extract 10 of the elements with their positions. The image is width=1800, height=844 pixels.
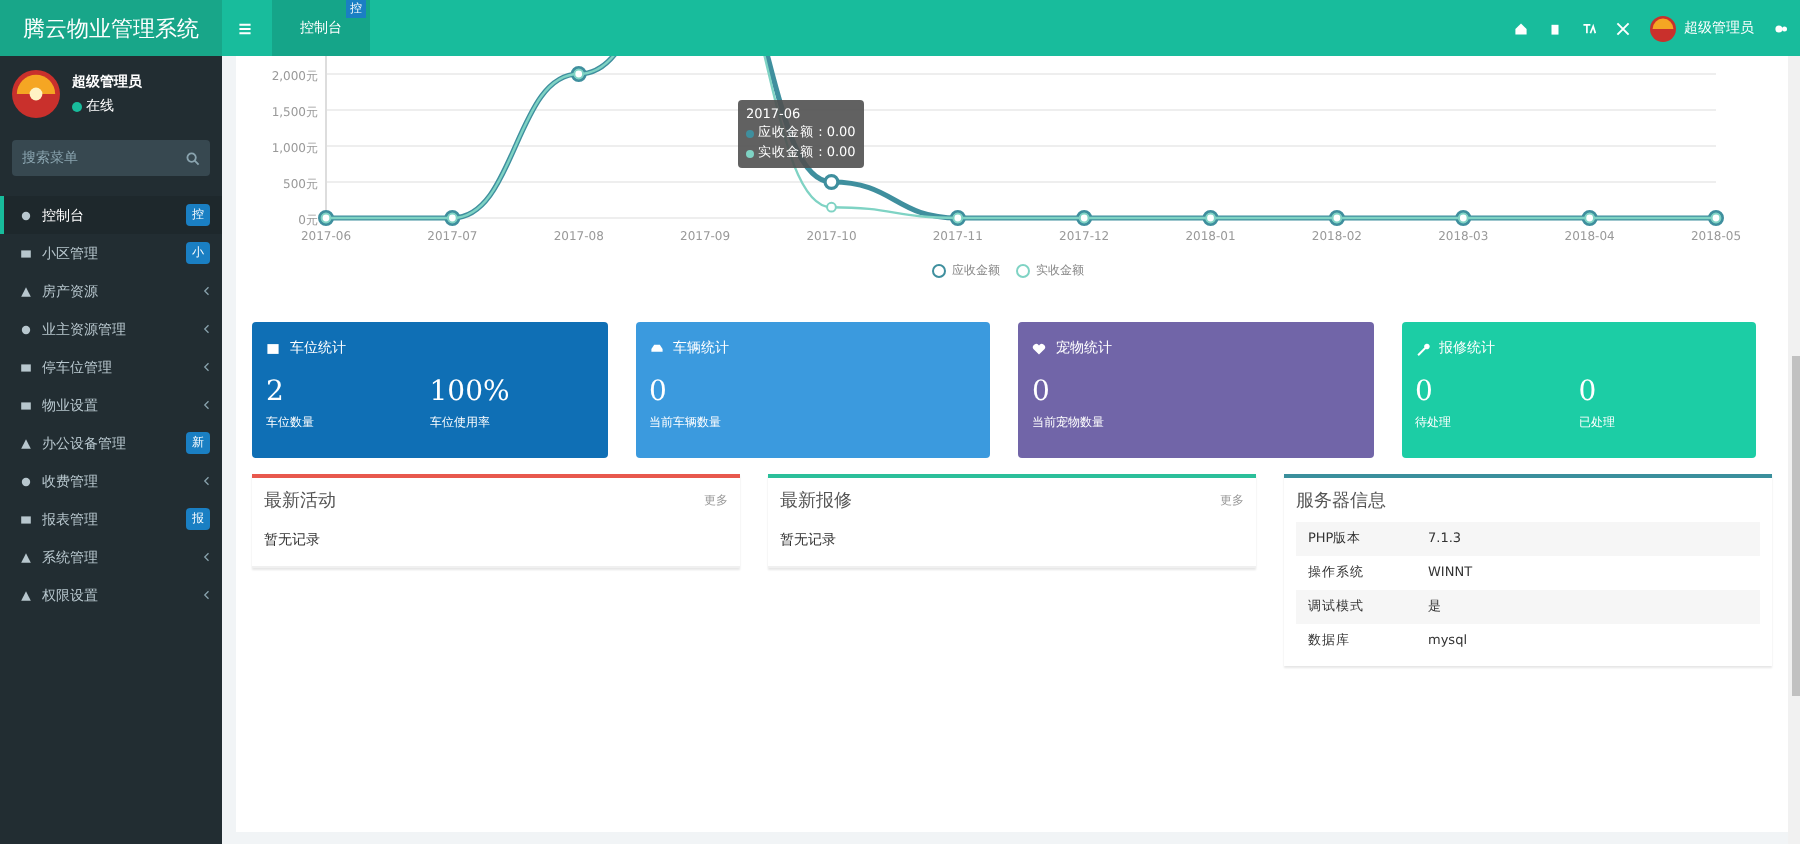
panel-title: 服务器信息	[1296, 489, 1386, 513]
stat-value: 0	[1032, 376, 1052, 408]
stat-value: 0	[649, 376, 669, 408]
app-title: 腾云物业管理系统	[0, 0, 222, 56]
panel-title: 最新报修	[780, 489, 852, 513]
stat-value: 2	[266, 376, 286, 408]
stat-value: 100%	[429, 376, 512, 408]
stat-value: 0	[1415, 376, 1435, 408]
stat-value: 0	[1578, 376, 1599, 408]
panel-title: 最新活动	[264, 489, 336, 513]
